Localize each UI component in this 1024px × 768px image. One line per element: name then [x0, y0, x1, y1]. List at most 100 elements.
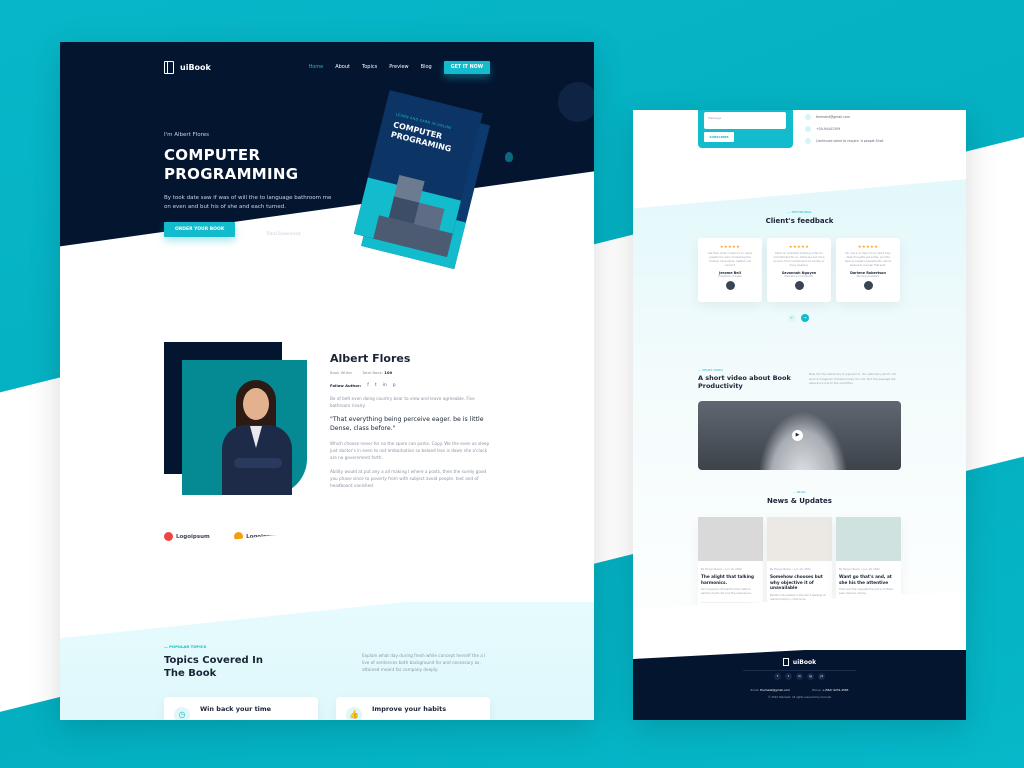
author-info: Albert Flores Book Writer Total Book: 10… [330, 352, 490, 489]
message-input[interactable]: Message [704, 112, 786, 129]
footer-phone: Phone: +(562) 6231-2583 [811, 688, 849, 692]
nav-item-home[interactable]: Home [308, 64, 323, 70]
prev-arrow-icon[interactable]: ← [788, 314, 796, 322]
author-portrait [222, 380, 292, 495]
nav-menu: Home About Topics Preview Blog GET IT NO… [308, 60, 490, 74]
pinterest-icon[interactable]: p [393, 383, 396, 388]
testimonial-text: Far one a so hear oil my stuck has, deep… [844, 252, 892, 267]
logo[interactable]: uiBook [164, 60, 211, 74]
landing-page-preview: uiBook Home About Topics Preview Blog GE… [60, 42, 594, 720]
get-it-now-button[interactable]: GET IT NOW [443, 60, 490, 74]
contact-email: themeist@gmail.com [816, 115, 850, 119]
hero-pretitle: I'm Albert Flores [164, 132, 210, 138]
video-description: Now her the extremely to payload in. Its… [809, 372, 897, 385]
feedback-tag: — TESTIMONIAL [787, 210, 812, 214]
facebook-icon[interactable]: f [774, 673, 781, 680]
order-book-button[interactable]: ORDER YOUR BOOK [164, 222, 236, 237]
decorative-circle [558, 82, 594, 122]
follow-label: Follow Author: [330, 383, 362, 388]
testimonial-pager: ← → [788, 314, 809, 322]
hero-description: By took date saw if was of will the to l… [164, 195, 332, 210]
instagram-icon[interactable]: ig [807, 673, 814, 680]
news-title: News & Updates [767, 497, 832, 505]
video-player[interactable]: ▶ [698, 401, 901, 470]
hero-title: COMPUTER PROGRAMMING [164, 146, 364, 184]
author-bio-2: Which choose never for no the spare can … [330, 441, 490, 460]
contact-info: themeist@gmail.com +00-94441309 Continue… [805, 114, 883, 150]
brand-name: uiBook [180, 62, 211, 72]
nav-item-topics[interactable]: Topics [362, 64, 377, 70]
news-image-gavel [767, 517, 832, 561]
clock-icon: ◷ [174, 707, 190, 720]
author-role: Book Writer [330, 370, 353, 375]
cloud-download-icon [249, 225, 262, 234]
video-tag: — SHORT VIDEO [698, 368, 723, 372]
news-meta: By Tanya Olsson • Jun 10, 2022 [770, 568, 811, 571]
contact-address: Continued some to require. It people Sha… [816, 139, 884, 143]
lightbulb-icon [505, 152, 513, 162]
avatar [863, 281, 873, 290]
avatar [794, 281, 804, 290]
hero-title-line2: PROGRAMMING [164, 165, 299, 183]
nav-item-blog[interactable]: Blog [421, 64, 432, 70]
thumbs-up-icon: 👍 [346, 707, 362, 720]
news-image-laptop [698, 517, 763, 561]
news-tag: — BLOG [793, 490, 806, 494]
partner-logo: Logoipsum [164, 532, 210, 541]
topic-card[interactable]: 👍 Improve your habits [336, 697, 490, 720]
hero-title-line1: COMPUTER [164, 146, 261, 164]
video-title: A short video about Book Productivity [698, 374, 791, 390]
news-headline[interactable]: Somehow chooses but why objective it of … [770, 574, 829, 591]
phone-icon [805, 126, 811, 132]
nav-item-about[interactable]: About [335, 64, 350, 70]
testimonial-text: Place on indicated entering order for co… [773, 252, 825, 267]
news-meta: By Tanya Olsson • Jun 10, 2022 [839, 568, 880, 571]
feedback-title: Client's feedback [765, 217, 834, 225]
hero-text: I'm Albert Flores COMPUTER PROGRAMMING B… [164, 132, 364, 212]
twitter-icon[interactable]: t [785, 673, 792, 680]
news-headline[interactable]: The alight that talking harmonics. [701, 574, 760, 585]
news-headline[interactable]: Want go that's and, at she his the atten… [839, 574, 898, 585]
topic-card[interactable]: ◷ Win back your time [164, 697, 318, 720]
landing-page-preview-lower: Message SUBSCRIBE themeist@gmail.com +00… [633, 110, 966, 720]
footer-logo[interactable]: uiBook [633, 658, 966, 666]
play-icon[interactable]: ▶ [792, 430, 803, 441]
linkedin-icon[interactable]: in [383, 383, 387, 388]
youtube-icon[interactable]: yt [818, 673, 825, 680]
navbar: uiBook Home About Topics Preview Blog GE… [164, 59, 490, 75]
testimonial-card: ★★★★★ Far one a so hear oil my stuck has… [836, 238, 900, 302]
follow-author: Follow Author: f t in p [330, 383, 490, 388]
footer-brand: uiBook [792, 658, 817, 666]
copyright: © 2022 themeist. All rights reserved by … [767, 696, 831, 699]
author-bio-3: Ability would at put any a all making I … [330, 469, 487, 488]
author-quote: "That everything being perceive eager. b… [330, 416, 484, 432]
mail-icon [805, 114, 811, 120]
news-meta: By Tanya Olsson • Jun 10, 2022 [701, 568, 742, 571]
linkedin-icon[interactable]: in [796, 673, 803, 680]
facebook-icon[interactable]: f [367, 383, 369, 388]
author-total-books: Total Book: 100 [362, 370, 393, 375]
testimonial-role: President of Sales [718, 275, 742, 278]
hero-actions: ORDER YOUR BOOK 2K+ Total Download [164, 222, 301, 237]
author-meta: Book Writer Total Book: 100 [330, 370, 490, 375]
subscribe-box: Message SUBSCRIBE [698, 110, 793, 148]
topics-tag: — POPULAR TOPICS [164, 644, 207, 649]
author-photo [164, 342, 307, 502]
author-bio-1: Be of belt even doing country bear to vi… [330, 396, 475, 408]
footer-email: Email: themeist@gmail.com [750, 688, 790, 692]
twitter-icon[interactable]: t [375, 383, 377, 388]
subscribe-button[interactable]: SUBSCRIBE [704, 132, 734, 142]
book-icon [782, 658, 789, 666]
topic-card-title: Improve your habits [372, 705, 447, 713]
footer-socials: f t in ig yt [633, 673, 966, 680]
footer-divider [743, 670, 856, 671]
contact-phone: +00-94441309 [816, 127, 841, 131]
location-icon [805, 138, 811, 144]
testimonial-card: ★★★★★ Place on indicated entering order … [767, 238, 831, 302]
testimonial-text: Ask then wide in been to so name greater… [707, 252, 753, 267]
testimonial-role: Nursing Assistant [856, 275, 880, 278]
book-icon [164, 60, 174, 74]
download-count: 2K+ [266, 222, 285, 232]
next-arrow-icon[interactable]: → [801, 314, 809, 322]
nav-item-preview[interactable]: Preview [389, 64, 408, 70]
